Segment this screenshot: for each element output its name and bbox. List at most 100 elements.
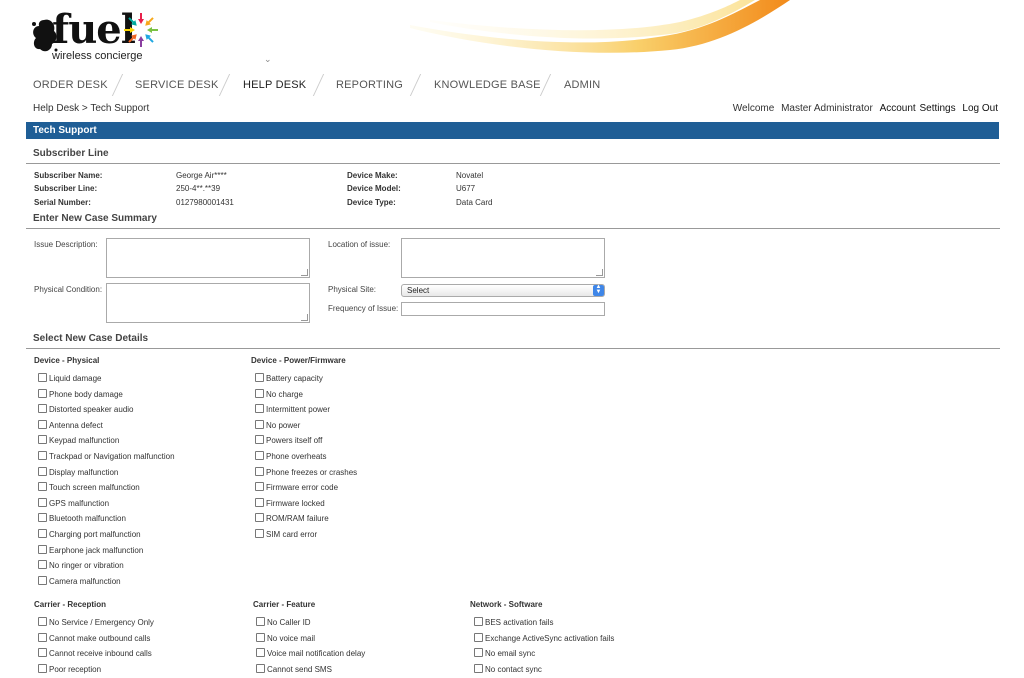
case-detail-checkbox-item[interactable]: No Service / Emergency Only [38,617,154,627]
physical-condition-label: Physical Condition: [34,285,103,294]
checkbox[interactable] [255,388,264,398]
checkbox[interactable] [255,419,264,429]
checkbox[interactable] [38,663,47,673]
nav-reporting[interactable]: REPORTING [336,79,403,91]
checkbox[interactable] [38,373,47,382]
case-detail-checkbox-item[interactable]: SIM card error [255,529,317,539]
checkbox[interactable] [255,513,264,523]
chevron-down-icon[interactable]: ⌄ [264,54,272,65]
issue-description-textarea[interactable] [106,238,310,278]
case-detail-checkbox-item[interactable]: Phone body damage [38,388,123,399]
case-detail-checkbox-item[interactable]: Touch screen malfunction [38,482,140,492]
case-detail-checkbox-item[interactable]: Intermittent power [255,404,330,414]
checkbox[interactable] [38,497,47,507]
checkbox[interactable] [256,632,265,642]
checkbox[interactable] [38,648,47,658]
case-detail-checkbox-item[interactable]: Distorted speaker audio [38,404,134,414]
case-detail-checkbox-item[interactable]: Battery capacity [255,373,323,383]
checkbox[interactable] [255,451,264,460]
checkbox[interactable] [38,529,47,538]
case-detail-checkbox-item[interactable]: No ringer or vibration [38,560,124,570]
case-detail-checkbox-item[interactable]: No charge [255,388,303,399]
nav-admin[interactable]: ADMIN [564,79,600,91]
select-arrows-icon[interactable]: ▲ ▼ [593,284,604,296]
resize-grip-icon[interactable] [301,314,308,321]
checkbox[interactable] [474,648,483,658]
case-detail-checkbox-item[interactable]: Bluetooth malfunction [38,513,126,523]
case-detail-checkbox-item[interactable]: No power [255,419,300,430]
checkbox[interactable] [38,435,47,445]
checkbox[interactable] [38,513,47,523]
checkbox[interactable] [38,632,47,642]
case-detail-checkbox-item[interactable]: Firmware locked [255,497,325,508]
case-detail-checkbox-item[interactable]: Liquid damage [38,373,101,383]
checkbox[interactable] [38,466,47,476]
checkbox[interactable] [474,617,483,626]
case-detail-checkbox-item[interactable]: Poor reception [38,663,101,674]
burst-arrow [138,13,144,24]
nav-order-desk[interactable]: ORDER DESK [33,79,108,91]
physical-site-select[interactable]: Select ▲ ▼ [401,284,605,297]
case-detail-checkbox-item[interactable]: Earphone jack malfunction [38,544,143,555]
checkbox[interactable] [255,373,264,382]
checkbox[interactable] [38,451,47,460]
checkbox[interactable] [38,419,47,429]
case-detail-checkbox-item[interactable]: Firmware error code [255,482,338,492]
case-detail-checkbox-item[interactable]: Phone overheats [255,451,327,461]
checkbox[interactable] [38,404,47,414]
case-detail-checkbox-item[interactable]: No Caller ID [256,617,311,627]
checkbox[interactable] [256,617,265,626]
case-detail-checkbox-item[interactable]: No voice mail [256,632,315,643]
account-link[interactable]: Account [880,103,916,114]
physical-condition-textarea[interactable] [106,283,310,323]
resize-grip-icon[interactable] [596,269,603,276]
case-detail-checkbox-item[interactable]: BES activation fails [474,617,553,627]
page-title: Tech Support [33,125,97,136]
case-detail-checkbox-item[interactable]: Display malfunction [38,466,118,477]
settings-link[interactable]: Settings [919,103,955,114]
case-detail-checkbox-item[interactable]: ROM/RAM failure [255,513,329,523]
checkbox-label: No Service / Emergency Only [49,618,154,627]
checkbox[interactable] [38,560,47,570]
case-detail-checkbox-item[interactable]: Cannot make outbound calls [38,632,150,643]
checkbox[interactable] [474,663,483,673]
checkbox[interactable] [256,648,265,658]
checkbox[interactable] [474,632,483,642]
checkbox[interactable] [38,617,47,626]
frequency-input[interactable] [401,302,605,316]
case-detail-checkbox-item[interactable]: Camera malfunction [38,575,121,586]
checkbox[interactable] [255,497,264,507]
case-detail-checkbox-item[interactable]: Powers itself off [255,435,322,445]
case-detail-checkbox-item[interactable]: Keypad malfunction [38,435,119,445]
case-detail-checkbox-item[interactable]: Cannot send SMS [256,663,332,674]
case-detail-checkbox-item[interactable]: Phone freezes or crashes [255,466,357,477]
checkbox[interactable] [255,529,264,538]
checkbox[interactable] [255,435,264,445]
checkbox-label: Phone overheats [266,452,327,461]
checkbox[interactable] [255,466,264,476]
checkbox[interactable] [38,388,47,398]
case-detail-checkbox-item[interactable]: Exchange ActiveSync activation fails [474,632,614,643]
fuel-logo[interactable]: fuel wireless concierge [30,6,170,65]
case-detail-checkbox-item[interactable]: No email sync [474,648,535,658]
checkbox[interactable] [38,482,47,492]
location-textarea[interactable] [401,238,605,278]
page-title-bar: Tech Support [26,122,999,139]
case-detail-checkbox-item[interactable]: Trackpad or Navigation malfunction [38,451,175,461]
checkbox[interactable] [256,663,265,673]
case-detail-checkbox-item[interactable]: Cannot receive inbound calls [38,648,152,658]
checkbox[interactable] [255,404,264,414]
nav-service-desk[interactable]: SERVICE DESK [135,79,219,91]
case-detail-checkbox-item[interactable]: No contact sync [474,663,542,674]
case-detail-checkbox-item[interactable]: Antenna defect [38,419,103,430]
checkbox[interactable] [38,575,47,585]
logout-link[interactable]: Log Out [962,103,998,114]
resize-grip-icon[interactable] [301,269,308,276]
nav-knowledge-base[interactable]: KNOWLEDGE BASE [434,79,541,91]
checkbox[interactable] [38,544,47,554]
case-detail-checkbox-item[interactable]: GPS malfunction [38,497,109,508]
case-detail-checkbox-item[interactable]: Voice mail notification delay [256,648,365,658]
checkbox[interactable] [255,482,264,492]
nav-help-desk[interactable]: HELP DESK [243,79,306,91]
case-detail-checkbox-item[interactable]: Charging port malfunction [38,529,141,539]
